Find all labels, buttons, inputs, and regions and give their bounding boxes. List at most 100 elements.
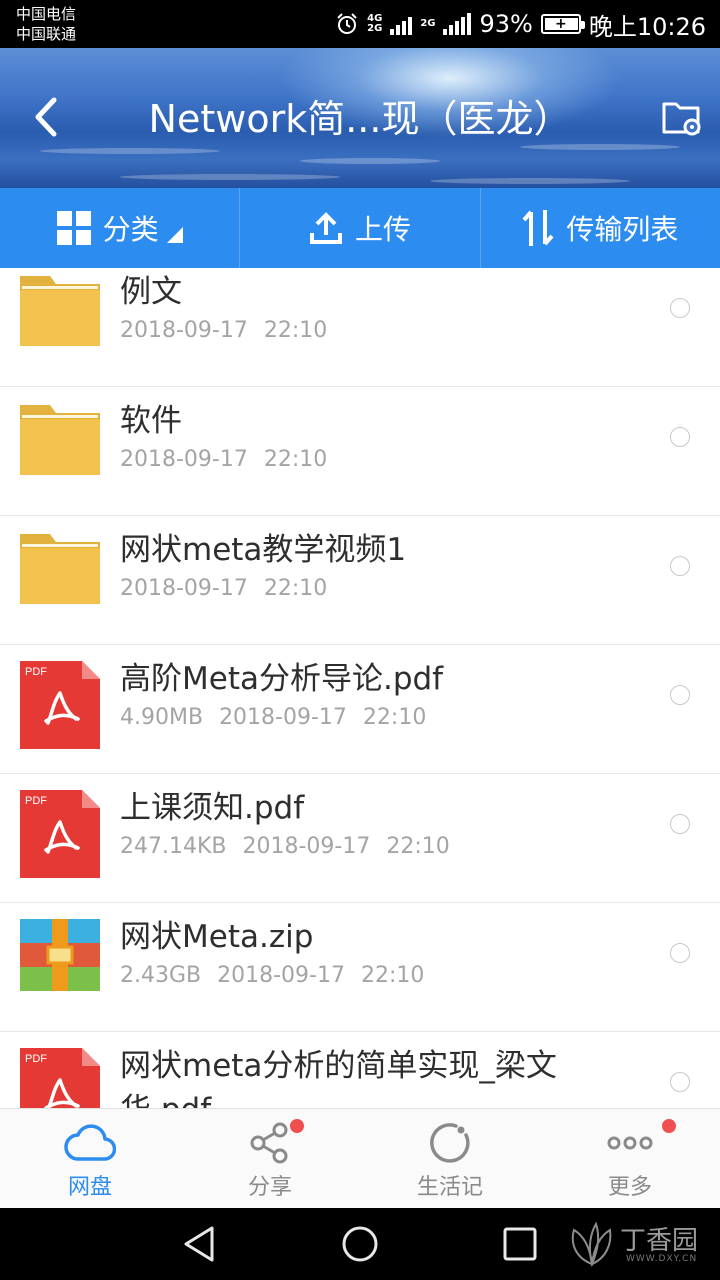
bottom-nav: 网盘 分享 生活记 更多 [0, 1108, 720, 1208]
file-meta: 2018-09-17 22:10 [120, 447, 343, 472]
nav-item-life[interactable]: 生活记 [360, 1109, 540, 1208]
header-banner: Network简...现（医龙） [0, 48, 720, 188]
category-label: 分类 [102, 213, 159, 246]
grid-icon [56, 211, 91, 245]
file-time: 22:10 [362, 705, 427, 730]
transfer-list-label: 传输列表 [566, 213, 679, 246]
battery-icon: + [540, 14, 585, 34]
upload-label: 上传 [354, 213, 411, 246]
carrier-1: 中国电信 [16, 5, 77, 23]
transfer-list-button[interactable]: 传输列表 [481, 188, 720, 268]
file-name: 网状Meta.zip [120, 919, 314, 955]
file-time: 22:10 [386, 834, 450, 859]
nav-label-more: 更多 [607, 1175, 652, 1200]
file-time: 22:10 [263, 318, 328, 343]
network-type-4g-2g: 4G 2G [367, 13, 383, 34]
network-type-2g: 2G [420, 18, 436, 29]
file-name: 网状meta分析的简单实现_梁文华.pdf [120, 1048, 557, 1108]
file-name: 高阶Meta分析导论.pdf [120, 661, 444, 697]
nav-item-share[interactable]: 分享 [180, 1109, 360, 1208]
battery-percent: 93% [479, 10, 533, 38]
share-icon [250, 1122, 288, 1164]
file-date: 2018-09-17 [120, 576, 248, 601]
file-date: 2018-09-17 [242, 834, 371, 859]
file-size: 2.43GB [120, 963, 202, 988]
home-circle-icon[interactable] [340, 1224, 380, 1264]
file-size: 247.14KB [120, 834, 227, 859]
page-title: Network简...现（医龙） [148, 97, 572, 141]
file-row[interactable]: 网状Meta.zip 2.43GB 2018-09-17 22:10 [0, 903, 720, 1032]
select-radio[interactable] [670, 685, 690, 705]
file-row[interactable]: PDF 网状meta分析的简单实现_梁文华.pdf [0, 1032, 720, 1108]
select-radio[interactable] [670, 1072, 690, 1092]
nav-item-netdisk[interactable]: 网盘 [0, 1109, 180, 1208]
file-row[interactable]: PDF 上课须知.pdf 247.14KB 2018-09-17 22:10 [0, 774, 720, 903]
select-radio[interactable] [670, 943, 690, 963]
file-name: 例文 [120, 274, 182, 310]
folder-icon [20, 532, 100, 620]
toolbar: 分类 上传 传输列表 [0, 188, 720, 268]
select-radio[interactable] [670, 427, 690, 447]
alarm-icon [337, 13, 357, 34]
folder-settings-icon[interactable] [660, 96, 704, 140]
file-meta: 2018-09-17 22:10 [120, 318, 343, 343]
notification-badge [290, 1119, 304, 1133]
clock: 晚上10:26 [588, 12, 706, 41]
file-name: 网状meta教学视频1 [120, 532, 407, 568]
file-time: 22:10 [263, 447, 328, 472]
file-row[interactable]: 网状meta教学视频1 2018-09-17 22:10 [0, 516, 720, 645]
nav-label-share: 分享 [247, 1175, 292, 1200]
select-radio[interactable] [670, 298, 690, 318]
nav-label-netdisk: 网盘 [67, 1175, 112, 1200]
file-meta: 4.90MB 2018-09-17 22:10 [120, 705, 442, 730]
dxy-watermark: 丁香园 WWW.DXY.CN [566, 1218, 716, 1272]
file-time: 22:10 [360, 963, 425, 988]
select-radio[interactable] [670, 556, 690, 576]
svg-text:PDF: PDF [25, 795, 47, 807]
file-row[interactable]: 例文 2018-09-17 22:10 [0, 268, 720, 387]
category-button[interactable]: 分类 [0, 188, 241, 268]
file-size: 4.90MB [120, 705, 204, 730]
upload-button[interactable]: 上传 [240, 188, 481, 268]
watermark-text: 丁香园 [620, 1226, 699, 1256]
pdf-file-icon: PDF [20, 1048, 100, 1108]
file-list: 例文 2018-09-17 22:10 软件 2018-09-17 22:10 网状meta… [0, 268, 720, 1108]
svg-text:PDF: PDF [25, 666, 47, 678]
file-name: 软件 [120, 403, 182, 439]
select-radio[interactable] [670, 814, 690, 834]
file-time: 22:10 [263, 576, 328, 601]
recents-square-icon[interactable] [500, 1224, 540, 1264]
folder-icon [20, 403, 100, 491]
dropdown-triangle-icon [166, 227, 183, 243]
life-record-icon [430, 1123, 470, 1163]
carrier-info: 中国电信 中国联通 [16, 4, 76, 44]
file-name: 上课须知.pdf [120, 790, 305, 826]
svg-text:PDF: PDF [25, 1053, 47, 1065]
file-meta: 2.43GB 2018-09-17 22:10 [120, 963, 440, 988]
file-row[interactable]: PDF 高阶Meta分析导论.pdf 4.90MB 2018-09-17 22:10 [0, 645, 720, 774]
file-date: 2018-09-17 [219, 705, 347, 730]
back-button[interactable] [28, 92, 68, 142]
notification-badge [662, 1119, 676, 1133]
pdf-file-icon: PDF [20, 661, 100, 749]
folder-icon [20, 274, 100, 362]
more-dots-icon [607, 1136, 653, 1150]
nav-item-more[interactable]: 更多 [540, 1109, 720, 1208]
cloud-icon [64, 1124, 116, 1161]
upload-icon [309, 212, 342, 244]
system-nav-bar: 丁香园 WWW.DXY.CN [0, 1208, 720, 1280]
file-meta: 247.14KB 2018-09-17 22:10 [120, 834, 466, 859]
file-date: 2018-09-17 [120, 318, 248, 343]
back-triangle-icon[interactable] [180, 1224, 220, 1264]
nav-label-life: 生活记 [416, 1175, 483, 1200]
signal-icon-1 [390, 13, 413, 35]
file-date: 2018-09-17 [217, 963, 345, 988]
file-meta: 2018-09-17 22:10 [120, 576, 343, 601]
carrier-2: 中国联通 [16, 25, 77, 43]
status-icons: 4G 2G 2G 93% + 晚上10:26 [335, 8, 706, 41]
leaf-logo-icon [571, 1221, 612, 1268]
status-bar: 中国电信 中国联通 4G 2G 2G 93% + 晚上10:26 [0, 0, 720, 48]
file-date: 2018-09-17 [120, 447, 248, 472]
file-row[interactable]: 软件 2018-09-17 22:10 [0, 387, 720, 516]
transfer-arrows-icon [522, 210, 554, 246]
